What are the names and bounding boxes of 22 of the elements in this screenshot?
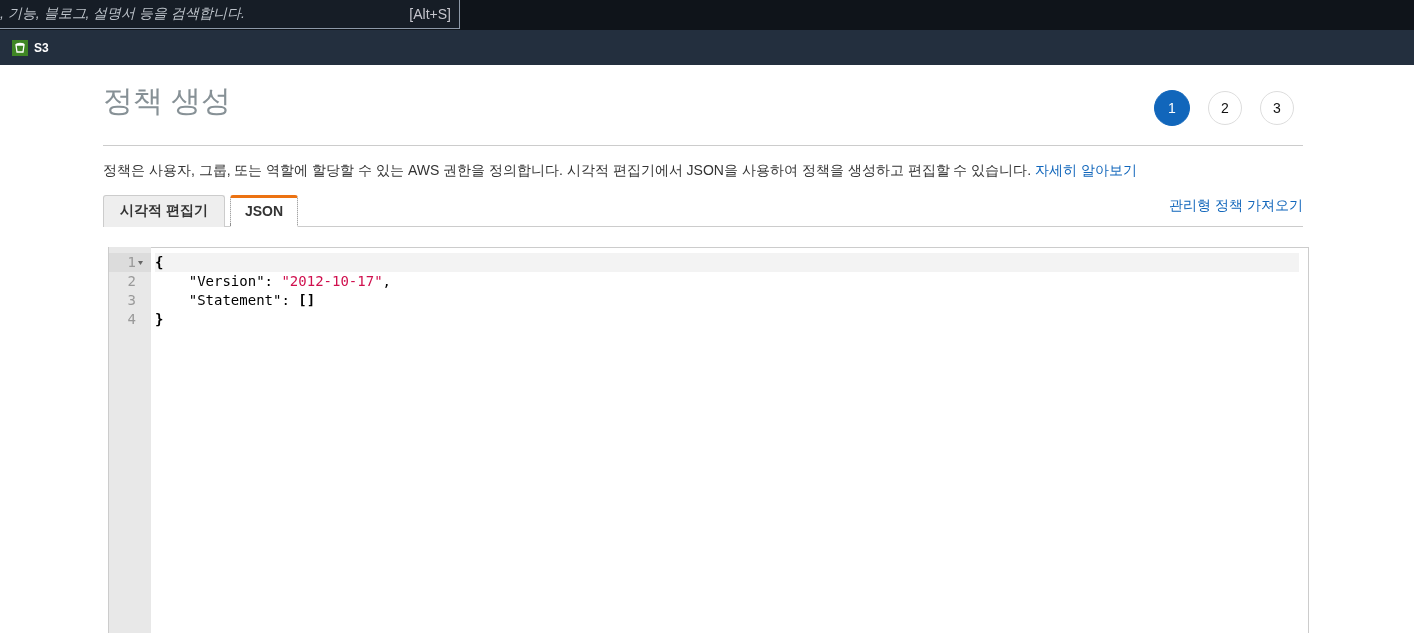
code-line: "Statement": [] <box>187 291 317 310</box>
description-text: 정책은 사용자, 그룹, 또는 역할에 할당할 수 있는 AWS 권한을 정의합니다. 시각적 편집기에서 JSON을 사용하여 정책을 생성하고 편집할 수 있습니다. 자세히 알아보기 <box>103 162 1138 180</box>
step-indicator: 1 <box>1154 90 1190 126</box>
service-link[interactable]: S3 <box>34 40 49 55</box>
line-number: 1 <box>127 253 136 272</box>
code-line: "Version": "2012-10-17", <box>187 272 393 291</box>
line-number: 4 <box>127 310 136 329</box>
fold-arrow-icon[interactable] <box>138 260 143 265</box>
shortcut-hint: [Alt+S] <box>409 6 451 22</box>
search-field[interactable]: , 기능, 블로그, 설명서 등을 검색합니다. [Alt+S] <box>0 0 460 29</box>
step-indicator: 3 <box>1260 91 1294 125</box>
editor-tab[interactable]: JSON <box>229 195 298 227</box>
step-indicator: 2 <box>1208 91 1242 125</box>
bucket-icon[interactable] <box>12 39 28 56</box>
editor-tab[interactable]: 시각적 편집기 <box>103 195 225 227</box>
search-placeholder: , 기능, 블로그, 설명서 등을 검색합니다. <box>0 5 245 23</box>
code-line: } <box>155 310 165 329</box>
learn-more-link[interactable]: 자세히 알아보기 <box>1035 162 1137 178</box>
import-policy-link[interactable]: 관리형 정책 가져오기 <box>1169 197 1303 215</box>
line-number: 3 <box>127 291 136 310</box>
page-title: 정책 생성 <box>103 83 232 119</box>
line-number: 2 <box>127 272 136 291</box>
